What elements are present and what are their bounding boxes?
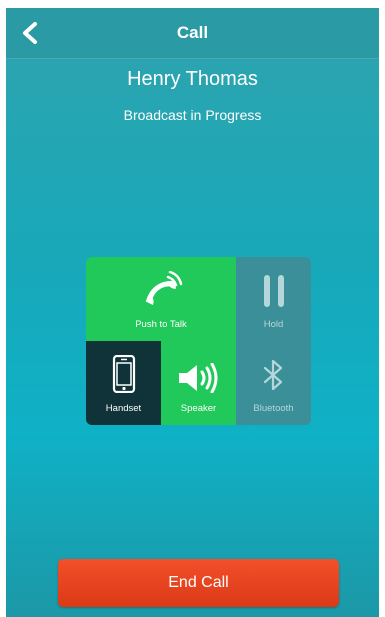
caller-name: Henry Thomas [127,68,258,90]
speaker-label: Speaker [180,403,217,414]
call-controls-panel: Push to Talk Hold Handset Speaker Blueto… [86,257,311,425]
phone-device-icon [112,355,135,393]
pause-icon [263,275,284,307]
push-to-talk-button[interactable]: Push to Talk [86,257,236,341]
hold-button[interactable]: Hold [236,257,311,341]
nav-bar: Call [6,8,379,59]
phone-icon [145,271,183,305]
push-to-talk-label: Push to Talk [135,319,187,330]
handset-button[interactable]: Handset [86,341,161,425]
bluetooth-label: Bluetooth [253,403,294,414]
speaker-button[interactable]: Speaker [161,341,236,425]
bluetooth-button[interactable]: Bluetooth [236,341,311,425]
call-screen: Call Henry Thomas Broadcast in Progress … [6,8,379,617]
nav-title: Call [176,23,209,42]
bluetooth-icon [263,359,282,391]
end-call-button[interactable]: End Call [58,559,339,607]
call-status: Broadcast in Progress [123,107,262,123]
hold-label: Hold [263,319,284,330]
speaker-icon [178,363,217,393]
handset-label: Handset [105,403,142,414]
